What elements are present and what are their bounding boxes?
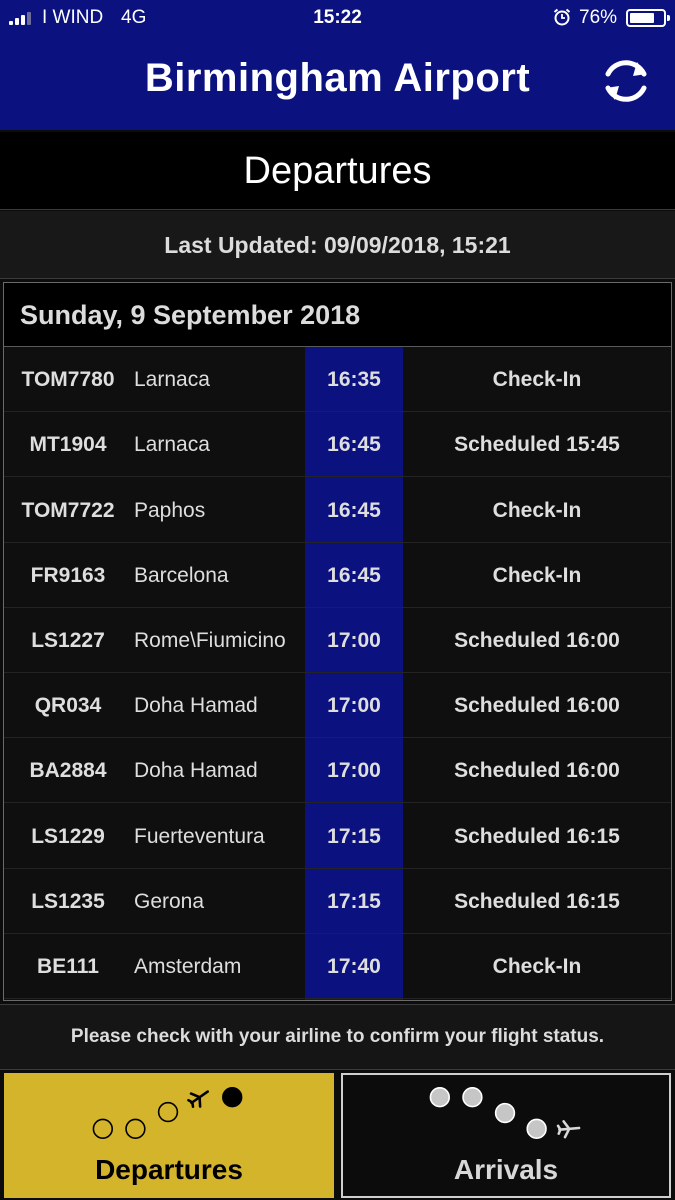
flight-row[interactable]: FR9163 Barcelona 16:45 Check-In [4, 543, 671, 608]
flight-destination: Barcelona [134, 563, 229, 587]
refresh-icon[interactable] [597, 52, 655, 110]
flight-time: 17:00 [327, 694, 381, 718]
tab-arrivals-label: Arrivals [453, 1154, 559, 1185]
flight-time: 17:00 [327, 628, 381, 652]
flight-number: BE111 [37, 954, 99, 978]
flight-status: Check-In [492, 563, 582, 587]
flight-status: Check-In [492, 368, 582, 392]
flight-status: Scheduled 16:00 [454, 694, 620, 718]
board-date: Sunday, 9 September 2018 [4, 283, 671, 347]
flight-destination: Amsterdam [134, 954, 242, 978]
flight-number: QR034 [34, 694, 102, 718]
flight-status: Scheduled 16:00 [454, 628, 620, 652]
top-bar: I WIND 4G 15:22 76% Birmingham Airport [0, 0, 675, 130]
flight-time: 17:40 [327, 954, 381, 978]
section-title: Departures [0, 132, 675, 210]
takeoff-path-icon [92, 1087, 243, 1140]
flight-status: Scheduled 16:00 [454, 759, 620, 783]
flight-destination: Larnaca [134, 433, 210, 457]
flight-number: MT1904 [29, 433, 107, 457]
flight-status: Scheduled 15:45 [454, 433, 620, 457]
flight-number: LS1227 [31, 628, 105, 652]
battery-tip [667, 15, 670, 21]
battery-icon [626, 9, 670, 27]
flight-time: 16:45 [327, 498, 381, 522]
status-time: 15:22 [313, 7, 362, 28]
status-notice: Please check with your airline to confir… [0, 1004, 675, 1070]
app-title: Birmingham Airport [144, 56, 531, 100]
flight-number: TOM7780 [21, 368, 115, 392]
flight-row[interactable]: TOM7722 Paphos 16:45 Check-In [4, 477, 671, 543]
battery-level [630, 13, 654, 23]
flight-destination: Gerona [134, 889, 205, 913]
tab-arrivals[interactable]: Arrivals [341, 1073, 671, 1198]
battery-percent: 76% [579, 7, 618, 28]
flight-status: Scheduled 16:15 [454, 824, 620, 848]
flight-destination: Rome\Fiumicino [134, 628, 286, 652]
flight-list[interactable]: TOM7780 Larnaca 16:35 Check-In MT1904 La… [4, 347, 671, 1000]
flight-time: 16:45 [327, 433, 381, 457]
app-root: I WIND 4G 15:22 76% Birmingham Airport D… [0, 0, 675, 1200]
flight-status: Check-In [492, 498, 582, 522]
flight-row[interactable]: BA2884 Doha Hamad 17:00 Scheduled 16:00 [4, 738, 671, 804]
tab-departures-label: Departures [95, 1154, 243, 1185]
flight-number: FR9163 [30, 563, 106, 587]
flight-time: 17:15 [327, 889, 381, 913]
flight-status: Check-In [492, 954, 582, 978]
flight-status: Scheduled 16:15 [454, 889, 620, 913]
flight-row[interactable]: TOM7780 Larnaca 16:35 Check-In [4, 347, 671, 413]
flight-row[interactable]: LS1229 Fuerteventura 17:15 Scheduled 16:… [4, 803, 671, 869]
flight-board: Sunday, 9 September 2018 TOM7780 Larnaca… [3, 282, 672, 1001]
flight-time: 16:45 [327, 563, 381, 587]
flight-number: TOM7722 [21, 498, 115, 522]
flight-destination: Larnaca [134, 368, 210, 392]
tab-departures[interactable]: Departures [4, 1073, 334, 1198]
last-updated: Last Updated: 09/09/2018, 15:21 [0, 211, 675, 279]
flight-row[interactable]: LS1235 Gerona 17:15 Scheduled 16:15 [4, 869, 671, 934]
alarm-clock-icon [553, 8, 571, 26]
flight-number: LS1229 [31, 824, 105, 848]
flight-destination: Doha Hamad [134, 759, 258, 783]
bottom-tab-bar: Departures Arrivals [0, 1071, 675, 1200]
flight-destination: Fuerteventura [134, 824, 265, 848]
flight-number: LS1235 [31, 889, 105, 913]
flight-number: BA2884 [29, 759, 107, 783]
flight-destination: Doha Hamad [134, 694, 258, 718]
flight-time: 17:15 [327, 824, 381, 848]
status-bar: I WIND 4G 15:22 76% [0, 0, 675, 36]
flight-row[interactable]: BE111 Amsterdam 17:40 Check-In [4, 934, 671, 999]
flight-time: 16:35 [327, 368, 381, 392]
landing-path-icon [429, 1087, 581, 1140]
flight-destination: Paphos [134, 498, 206, 522]
flight-row[interactable]: MT1904 Larnaca 16:45 Scheduled 15:45 [4, 412, 671, 478]
flight-row[interactable]: LS1227 Rome\Fiumicino 17:00 Scheduled 16… [4, 608, 671, 673]
flight-row[interactable]: QR034 Doha Hamad 17:00 Scheduled 16:00 [4, 673, 671, 739]
flight-time: 17:00 [327, 759, 381, 783]
